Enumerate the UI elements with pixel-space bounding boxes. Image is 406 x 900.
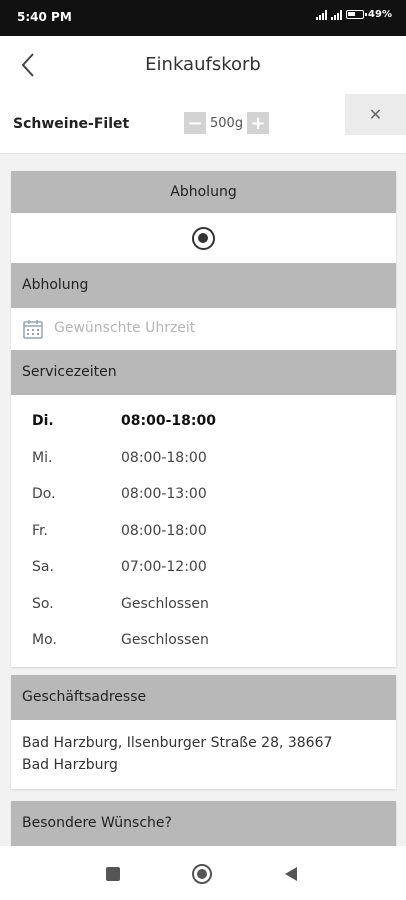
address-line-1: Bad Harzburg, Ilsenburger Straße 28, 386… bbox=[22, 735, 333, 751]
quantity-stepper: − 500g + bbox=[184, 111, 270, 135]
hours-day: So. bbox=[32, 595, 54, 612]
remove-item-button[interactable]: ✕ bbox=[345, 94, 406, 135]
triangle-back-icon bbox=[285, 867, 297, 881]
special-wishes-header[interactable]: Besondere Wünsche? bbox=[11, 801, 396, 846]
hours-day: Mi. bbox=[32, 449, 53, 466]
special-wishes-card: Besondere Wünsche? bbox=[11, 801, 396, 846]
hours-time: Geschlossen bbox=[121, 595, 209, 612]
address-card: Geschäftsadresse Bad Harzburg, Ilsenburg… bbox=[11, 675, 396, 789]
hours-time: 08:00-18:00 bbox=[121, 449, 207, 466]
pickup-time-placeholder: Gewünschte Uhrzeit bbox=[54, 320, 196, 336]
square-icon bbox=[106, 867, 120, 881]
hours-day: Sa. bbox=[32, 559, 54, 575]
app-bar: Einkaufskorb bbox=[0, 36, 406, 94]
address-line-2: Bad Harzburg bbox=[22, 757, 118, 773]
decrease-quantity-button[interactable]: − bbox=[184, 112, 206, 134]
delivery-option-row bbox=[11, 213, 396, 263]
hours-day: Di. bbox=[32, 413, 54, 429]
back-nav-button[interactable] bbox=[280, 863, 302, 885]
hours-day: Mo. bbox=[32, 632, 57, 648]
page-title: Einkaufskorb bbox=[145, 54, 261, 75]
service-hours-list: Di. 08:00-18:00 Mi. 08:00-18:00 Do. 08:0… bbox=[11, 395, 396, 667]
hours-day: Do. bbox=[32, 486, 56, 502]
hours-time: 08:00-18:00 bbox=[121, 522, 207, 539]
hours-time: Geschlossen bbox=[121, 632, 209, 648]
increase-quantity-button[interactable]: + bbox=[247, 112, 270, 134]
close-icon: ✕ bbox=[368, 105, 383, 124]
status-time: 5:40 PM bbox=[17, 10, 72, 24]
status-bar: 5:40 PM 49% bbox=[0, 0, 406, 36]
system-nav-bar bbox=[0, 846, 406, 900]
delivery-method-header: Abholung bbox=[11, 171, 396, 213]
recent-apps-button[interactable] bbox=[102, 863, 124, 885]
signal-icon bbox=[316, 9, 328, 20]
signal-icon-2 bbox=[331, 9, 343, 20]
home-button[interactable] bbox=[191, 863, 213, 885]
hours-time: 08:00-13:00 bbox=[121, 486, 207, 502]
hours-row: Do. 08:00-13:00 bbox=[11, 478, 396, 515]
order-options-card: Abholung Abholung Gewünschte Uhrzeit Ser… bbox=[11, 171, 396, 667]
status-icons: 49% bbox=[316, 9, 392, 20]
pickup-time-field[interactable]: Gewünschte Uhrzeit bbox=[11, 308, 396, 350]
hours-row: Sa. 07:00-12:00 bbox=[11, 551, 396, 588]
hours-time: 07:00-12:00 bbox=[121, 559, 207, 575]
battery-icon bbox=[346, 10, 368, 19]
hours-row: Fr. 08:00-18:00 bbox=[11, 515, 396, 552]
pickup-header: Abholung bbox=[11, 263, 396, 308]
cart-item: Schweine-Filet − 500g + ✕ bbox=[0, 94, 406, 154]
hours-day: Fr. bbox=[32, 522, 48, 539]
address-text: Bad Harzburg, Ilsenburger Straße 28, 386… bbox=[11, 720, 396, 789]
hours-row: So. Geschlossen bbox=[11, 588, 396, 625]
circle-icon bbox=[192, 864, 212, 884]
battery-level: 49% bbox=[368, 9, 392, 20]
hours-row: Di. 08:00-18:00 bbox=[11, 405, 396, 442]
quantity-value: 500g bbox=[210, 115, 244, 131]
calendar-icon bbox=[23, 320, 43, 339]
pickup-radio[interactable] bbox=[192, 227, 215, 250]
service-hours-header: Servicezeiten bbox=[11, 350, 396, 395]
hours-row: Mo. Geschlossen bbox=[11, 624, 396, 661]
product-name: Schweine-Filet bbox=[13, 116, 130, 132]
hours-time: 08:00-18:00 bbox=[121, 413, 216, 429]
address-header: Geschäftsadresse bbox=[11, 675, 396, 720]
hours-row: Mi. 08:00-18:00 bbox=[11, 442, 396, 479]
